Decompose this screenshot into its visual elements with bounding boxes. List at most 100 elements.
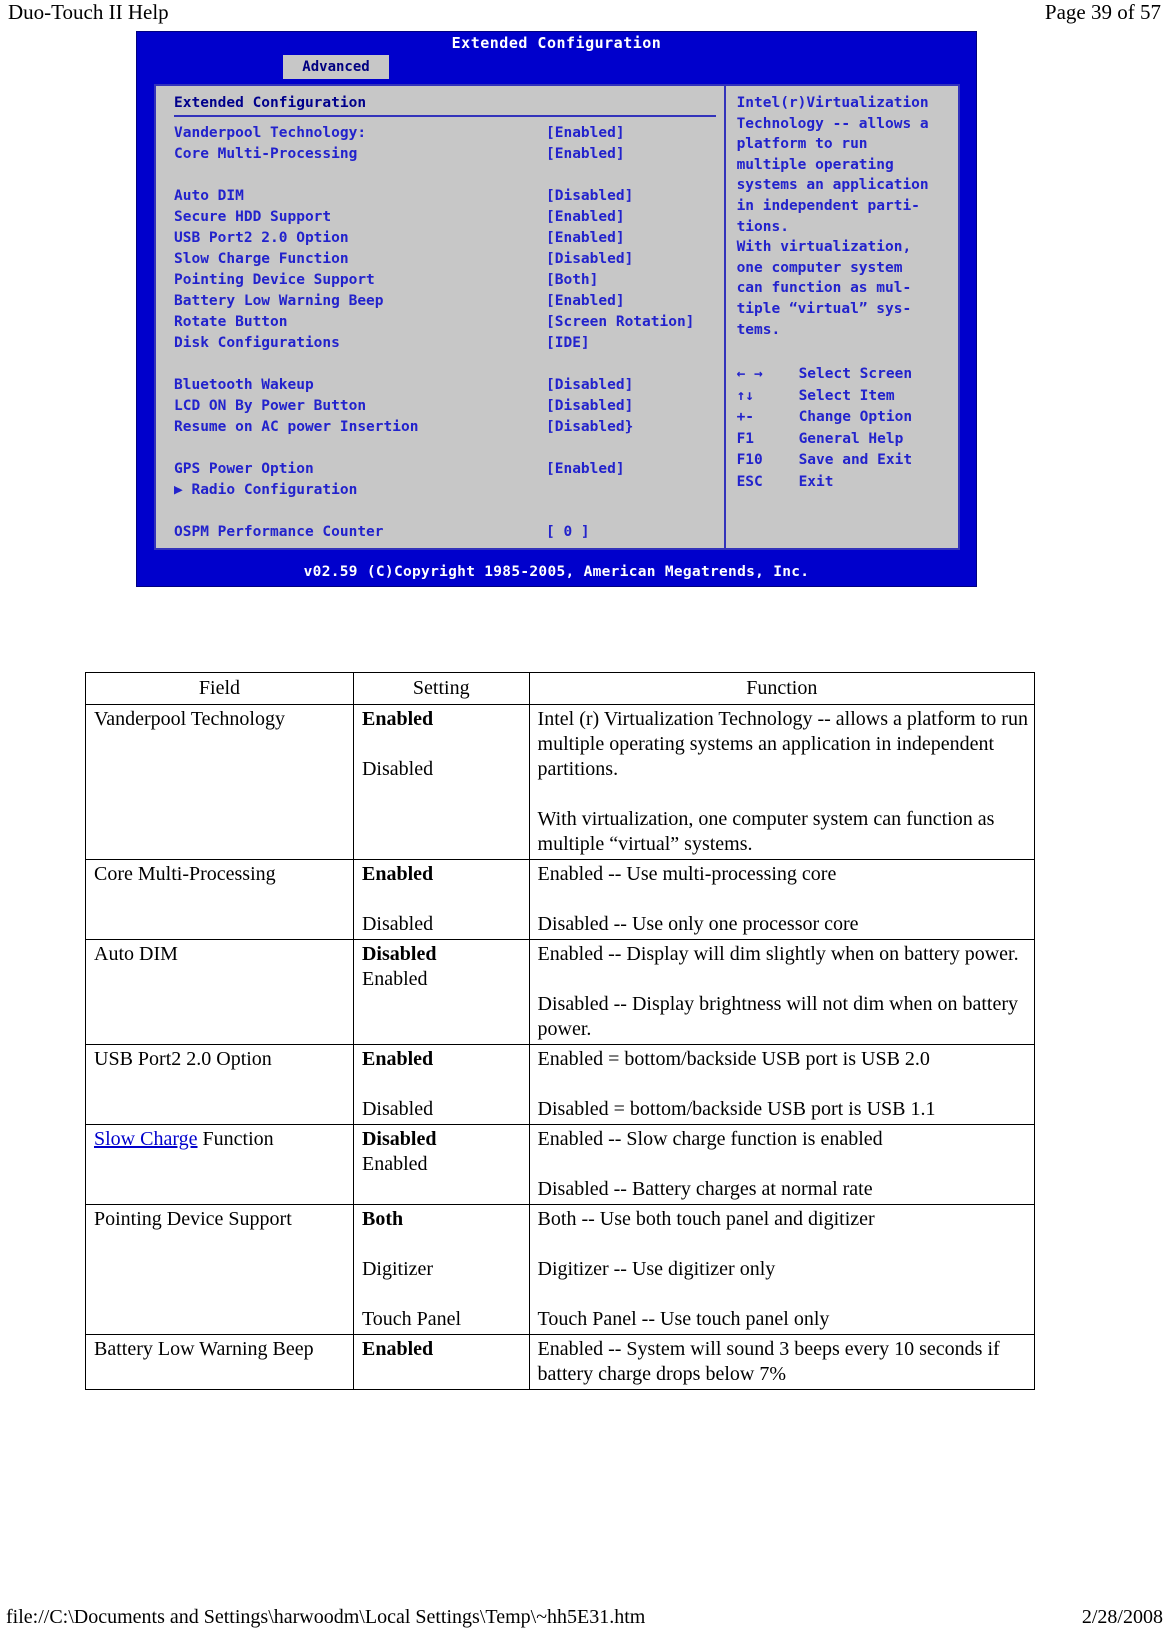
cell-function: Enabled -- System will sound 3 beeps eve… (528, 1334, 1036, 1390)
function-text-2: Disabled -- Battery charges at normal ra… (537, 1178, 873, 1200)
bios-setting-row: GPS Power Option [Enabled] (174, 459, 724, 480)
bios-setting-value: [Disabled] (546, 188, 634, 204)
bios-setting-row: Battery Low Warning Beep [Enabled] (174, 291, 724, 312)
table-row: Vanderpool Technology Enabled Disabled I… (85, 704, 1036, 860)
setting-default-value: Both (361, 1208, 404, 1230)
cell-field-text: Function (197, 1128, 274, 1150)
bios-key-row: F1 General Help (737, 429, 958, 451)
bios-help-line: multiple operating (736, 156, 894, 173)
bios-setting-row: Rotate Button [Screen Rotation] (174, 312, 724, 333)
arrow-up-down-icon: ↑↓ (736, 387, 755, 404)
bios-key-desc: Exit (798, 473, 834, 490)
function-text-2: Digitizer -- Use digitizer only (537, 1258, 776, 1280)
setting-default-value: Enabled (361, 1338, 434, 1360)
setting-default-value: Disabled (361, 943, 437, 965)
bios-key-desc: Save and Exit (798, 452, 913, 469)
function-text-2: With virtualization, one computer system… (537, 808, 995, 855)
bios-setting-value: [Disabled] (546, 398, 634, 414)
bios-setting-label: Battery Low Warning Beep (174, 293, 384, 309)
bios-setting-value: [Enabled] (546, 293, 625, 309)
function-text-1: Both -- Use both touch panel and digitiz… (537, 1208, 875, 1230)
setting-alt-value: Enabled (361, 968, 428, 990)
setting-alt-value: Disabled (361, 1098, 434, 1120)
setting-alt-value-2: Touch Panel (361, 1308, 462, 1330)
bios-key-legend: ← → Select Screen ↑↓ Select Item +- Chan… (737, 364, 958, 493)
table-row: USB Port2 2.0 Option Enabled Disabled En… (85, 1044, 1036, 1125)
bios-setting-label: Vanderpool Technology: (174, 125, 367, 141)
bios-setting-value: [Screen Rotation] (546, 314, 695, 330)
column-header-setting: Setting (352, 672, 530, 705)
bios-key-row: +- Change Option (737, 407, 958, 429)
bios-key-row: ← → Select Screen (737, 364, 958, 386)
bios-setting-row: LCD ON By Power Button [Disabled] (174, 396, 724, 417)
bios-setting-value: [IDE] (546, 335, 590, 351)
bios-setting-row: Secure HDD Support [Enabled] (174, 207, 724, 228)
cell-function: Both -- Use both touch panel and digitiz… (528, 1204, 1036, 1335)
bios-section-title: Extended Configuration (174, 95, 367, 111)
setting-alt-value: Enabled (361, 1153, 428, 1175)
bios-help-line: platform to run (736, 136, 868, 153)
setting-default-value: Enabled (361, 1048, 434, 1070)
function-text-1: Enabled -- Slow charge function is enabl… (537, 1128, 883, 1150)
bios-setting-row: Vanderpool Technology: [Enabled] (174, 123, 724, 144)
bios-setting-row: Core Multi-Processing [Enabled] (174, 144, 724, 165)
bios-help-line: Intel(r)Virtualization (736, 95, 929, 111)
column-header-function: Function (528, 672, 1036, 705)
function-text-1: Intel (r) Virtualization Technology -- a… (537, 708, 1028, 780)
bios-setting-value: [Disabled} (546, 419, 634, 435)
bios-setting-row: Slow Charge Function [Disabled] (174, 249, 724, 270)
column-header-field: Field (85, 672, 354, 705)
function-text-1: Enabled = bottom/backside USB port is US… (537, 1048, 930, 1070)
cell-setting: Enabled Disabled (352, 1044, 530, 1125)
cell-field: Slow Charge Function (85, 1124, 354, 1205)
bios-help-line: tions. (736, 218, 789, 235)
bios-setting-row: OSPM Performance Counter [ 0 ] (174, 522, 724, 543)
document-title: Duo-Touch II Help (8, 0, 169, 24)
bios-setting-value: [ 0 ] (546, 524, 590, 540)
function-text-1: Enabled -- Display will dim slightly whe… (537, 943, 1019, 965)
cell-field: Vanderpool Technology (85, 704, 354, 860)
bios-setting-label: Core Multi-Processing (174, 146, 358, 162)
bios-tab-advanced: Advanced (283, 55, 389, 79)
bios-submenu-radio-configuration: ▶ Radio Configuration (174, 480, 724, 501)
bios-setting-label: GPS Power Option (174, 461, 314, 477)
footer-file-path: file://C:\Documents and Settings\harwood… (6, 1606, 646, 1628)
bios-key-desc: General Help (798, 430, 904, 447)
bios-setting-label: LCD ON By Power Button (174, 398, 367, 414)
setting-alt-value: Disabled (361, 758, 434, 780)
bios-setting-value: [Disabled] (546, 251, 634, 267)
function-text-1: Enabled -- Use multi-processing core (537, 863, 837, 885)
bios-setting-row: USB Port2 2.0 Option [Enabled] (174, 228, 724, 249)
function-text-2: Disabled = bottom/backside USB port is U… (537, 1098, 936, 1120)
bios-setting-label: Slow Charge Function (174, 251, 349, 267)
slow-charge-link[interactable]: Slow Charge (94, 1128, 198, 1150)
page-footer: file://C:\Documents and Settings\harwood… (0, 1605, 1169, 1629)
cell-setting: Disabled Enabled (352, 1124, 530, 1205)
bios-key-label: F10 (736, 452, 763, 469)
page-header: Duo-Touch II Help Page 39 of 57 (0, 0, 1169, 30)
table-row: Slow Charge Function Disabled Enabled En… (85, 1124, 1036, 1205)
bios-setting-row: Pointing Device Support [Both] (174, 270, 724, 291)
function-text-3: Touch Panel -- Use touch panel only (537, 1308, 830, 1330)
cell-function: Enabled -- Slow charge function is enabl… (528, 1124, 1036, 1205)
bios-setting-label: OSPM Performance Counter (174, 524, 384, 540)
bios-help-panel: Intel(r)Virtualization Technology -- all… (726, 86, 958, 548)
bios-setting-spacer (174, 438, 724, 459)
setting-default-value: Enabled (361, 708, 434, 730)
bios-setting-row: Bluetooth Wakeup [Disabled] (174, 375, 724, 396)
bios-help-line: systems an application (736, 177, 929, 194)
setting-default-value: Enabled (361, 863, 434, 885)
cell-function: Enabled -- Display will dim slightly whe… (528, 939, 1036, 1045)
table-header-row: Field Setting Function (85, 672, 1036, 705)
bios-setting-spacer (174, 165, 724, 186)
bios-setting-value: [Enabled] (546, 209, 625, 225)
bios-key-label: F1 (736, 430, 755, 447)
bios-setting-label: Auto DIM (174, 188, 244, 204)
bios-help-line: With virtualization, (736, 239, 912, 256)
